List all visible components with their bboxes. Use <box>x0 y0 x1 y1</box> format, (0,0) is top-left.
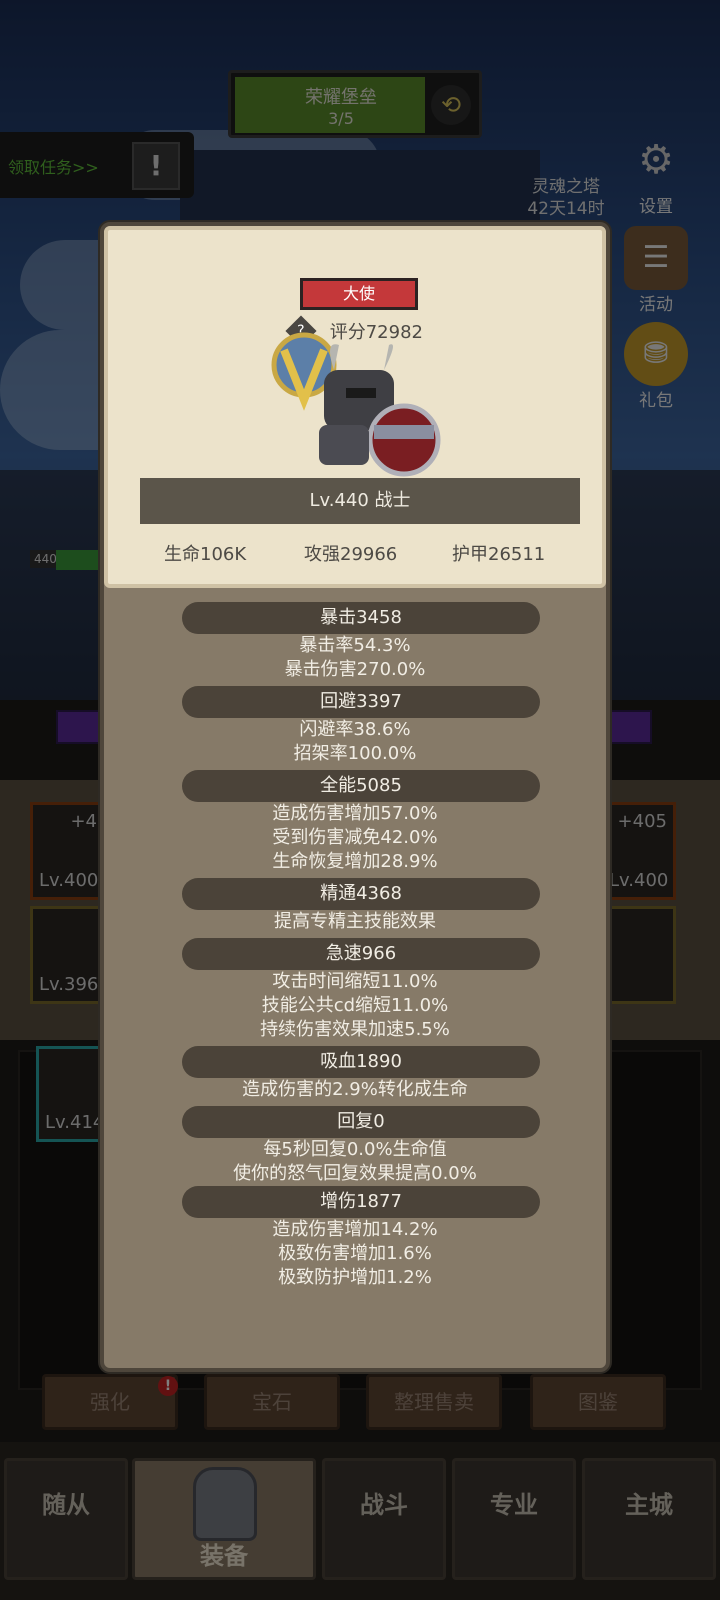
level-class-band: Lv.440 战士 <box>140 478 580 524</box>
stat-header-regen: 回复0 <box>182 1106 540 1138</box>
stat-header-crit: 暴击3458 <box>182 602 540 634</box>
stat-header-lifesteal: 吸血1890 <box>182 1046 540 1078</box>
stat-line: 攻击时间缩短11.0% <box>272 971 438 992</box>
stat-line: 造成伤害增加14.2% <box>272 1219 438 1240</box>
title-badge: 大使 <box>300 278 418 310</box>
core-stats-row: 生命106K 攻强29966 护甲26511 <box>104 540 606 576</box>
stat-header-damage-bonus: 增伤1877 <box>182 1186 540 1218</box>
stat-header-haste: 急速966 <box>182 938 540 970</box>
stat-line: 造成伤害的2.9%转化成生命 <box>242 1079 468 1100</box>
stat-line: 使你的怒气回复效果提高0.0% <box>233 1163 477 1184</box>
stat-line: 极致伤害增加1.6% <box>278 1243 432 1264</box>
stat-header-mastery: 精通4368 <box>182 878 540 910</box>
stat-line: 极致防护增加1.2% <box>278 1267 432 1288</box>
stat-header-versatility: 全能5085 <box>182 770 540 802</box>
stat-line: 造成伤害增加57.0% <box>272 803 438 824</box>
stat-line: 持续伤害效果加速5.5% <box>260 1019 450 1040</box>
stat-line: 技能公共cd缩短11.0% <box>261 995 449 1016</box>
armor-stat: 护甲26511 <box>452 544 546 565</box>
stat-line: 暴击伤害270.0% <box>284 659 426 680</box>
stat-line: 招架率100.0% <box>293 743 417 764</box>
stat-header-avoidance: 回避3397 <box>182 686 540 718</box>
warrior-portrait <box>271 332 441 477</box>
hp-stat: 生命106K <box>164 544 247 565</box>
stat-line: 每5秒回复0.0%生命值 <box>263 1139 447 1160</box>
stat-line: 提高专精主技能效果 <box>274 911 436 932</box>
stat-line: 闪避率38.6% <box>299 719 411 740</box>
stat-line: 暴击率54.3% <box>299 635 411 656</box>
attack-stat: 攻强29966 <box>304 544 398 565</box>
stat-line: 生命恢复增加28.9% <box>272 851 438 872</box>
stat-line: 受到伤害减免42.0% <box>272 827 438 848</box>
